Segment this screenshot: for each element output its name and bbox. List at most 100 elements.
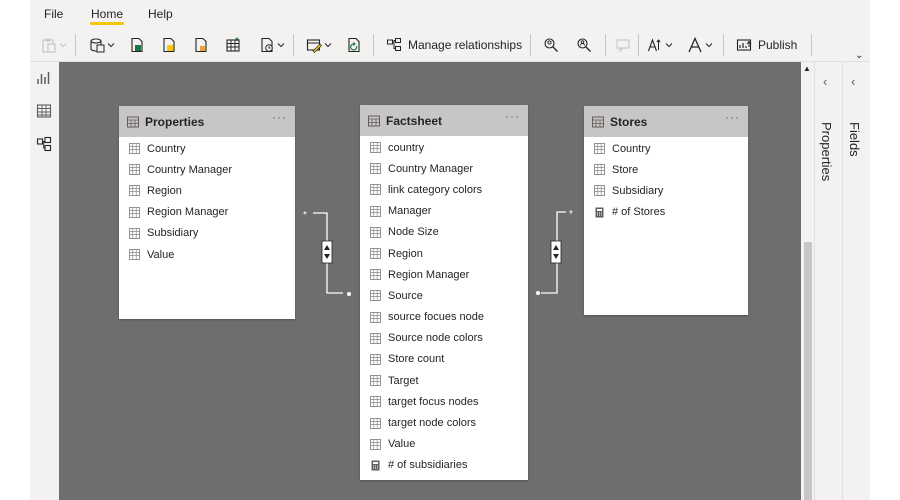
table-header[interactable]: Stores ··· (584, 106, 748, 137)
table-field-row[interactable]: source focues node (360, 307, 528, 328)
table-field-row[interactable]: Store count (360, 349, 528, 370)
expand-chevron-left-icon[interactable]: ‹ (851, 74, 855, 89)
table-field-row[interactable]: Region Manager (360, 264, 528, 285)
menu-help[interactable]: Help (148, 7, 173, 21)
report-view-icon[interactable] (36, 70, 52, 86)
table-column-icon (129, 185, 140, 197)
table-field-row[interactable]: Source (360, 285, 528, 306)
table-card-factsheet[interactable]: Factsheet ··· country Country Manager link… (360, 105, 528, 480)
manage-relationships-button[interactable]: Manage relationships (386, 35, 522, 55)
power-bi-desktop-window: File Home Help Manage relationships Publ… (0, 0, 900, 500)
field-name: # of subsidiaries (388, 459, 468, 472)
manage-roles-button[interactable] (576, 35, 592, 55)
table-field-row[interactable]: Store (584, 159, 748, 180)
table-field-row[interactable]: Source node colors (360, 328, 528, 349)
table-column-icon (370, 205, 381, 217)
sql-server-button[interactable] (193, 35, 209, 55)
table-field-row[interactable]: Region (119, 180, 295, 201)
table-field-row[interactable]: link category colors (360, 179, 528, 200)
ribbon-separator (638, 34, 639, 56)
table-column-icon (129, 143, 140, 155)
menu-home[interactable]: Home (91, 7, 123, 21)
table-field-row[interactable]: Country (119, 138, 295, 159)
table-column-icon (129, 164, 140, 176)
more-options-icon[interactable]: ··· (505, 109, 520, 123)
table-column-icon (370, 269, 381, 281)
table-field-row[interactable]: Region (360, 243, 528, 264)
table-header[interactable]: Properties ··· (119, 106, 295, 137)
table-field-row[interactable]: Node Size (360, 222, 528, 243)
table-field-row[interactable]: Target (360, 370, 528, 391)
model-view-icon[interactable] (36, 136, 52, 152)
field-name: Country Manager (147, 163, 232, 176)
table-field-row[interactable]: # of Stores (584, 202, 748, 223)
table-column-icon (594, 185, 605, 197)
recent-sources-button[interactable] (259, 35, 285, 55)
field-name: Region Manager (147, 206, 229, 219)
text-size-button[interactable] (647, 35, 673, 55)
table-field-row[interactable]: Subsidiary (119, 223, 295, 244)
table-field-row[interactable]: Country Manager (119, 159, 295, 180)
table-column-icon (370, 396, 381, 408)
excel-button[interactable] (129, 35, 145, 55)
more-options-icon[interactable]: ··· (272, 110, 287, 124)
roles-icon (577, 38, 591, 52)
dataset-icon (163, 37, 175, 53)
expand-chevron-left-icon[interactable]: ‹ (823, 74, 827, 89)
table-title: Factsheet (386, 113, 443, 128)
table-icon (368, 115, 380, 126)
field-name: Subsidiary (147, 227, 199, 240)
table-field-row[interactable]: Value (360, 434, 528, 455)
enter-data-button[interactable] (225, 35, 241, 55)
font-icon (688, 37, 702, 53)
table-field-row[interactable]: Country Manager (360, 158, 528, 179)
table-field-row[interactable]: target focus nodes (360, 391, 528, 412)
font-button[interactable] (687, 35, 713, 55)
table-card-properties[interactable]: Properties ··· Country Country Manager Reg… (119, 106, 295, 319)
table-field-row[interactable]: # of subsidiaries (360, 455, 528, 476)
transform-data-button[interactable] (306, 35, 332, 55)
active-tab-indicator (90, 22, 124, 25)
field-name: Subsidiary (612, 184, 664, 197)
dataset-button[interactable] (161, 35, 177, 55)
clock-file-icon (261, 37, 273, 53)
data-view-icon[interactable] (36, 103, 52, 119)
publish-button[interactable]: Publish (736, 35, 797, 55)
table-icon (127, 116, 139, 127)
table-field-row[interactable]: Manager (360, 201, 528, 222)
table-field-row[interactable]: Subsidiary (584, 180, 748, 201)
properties-pane-collapsed[interactable]: ‹ Properties (814, 62, 842, 500)
table-field-row[interactable]: Value (119, 244, 295, 265)
ribbon-collapse-chevron-icon[interactable]: ⌄ (855, 50, 863, 61)
table-title: Stores (610, 114, 648, 129)
field-name: Value (147, 248, 175, 261)
canvas-vertical-scrollbar[interactable]: ▲ (801, 62, 814, 500)
chevron-down-icon (59, 43, 67, 48)
get-data-button[interactable] (89, 35, 115, 55)
refresh-button[interactable] (346, 35, 362, 55)
excel-icon (131, 37, 143, 53)
table-column-icon (370, 375, 381, 387)
paste-button[interactable] (41, 35, 67, 55)
scrollbar-thumb[interactable] (804, 242, 812, 500)
view-as-button[interactable] (543, 35, 559, 55)
table-field-row[interactable]: Country (584, 138, 748, 159)
table-column-icon (370, 163, 381, 175)
menu-file[interactable]: File (44, 7, 63, 21)
more-options-icon[interactable]: ··· (725, 110, 740, 124)
ribbon-separator (373, 34, 374, 56)
scroll-up-icon[interactable]: ▲ (803, 64, 811, 73)
comment-icon (616, 39, 630, 53)
field-name: Store count (388, 353, 445, 366)
table-field-row[interactable]: country (360, 137, 528, 158)
transform-icon (306, 39, 322, 53)
table-card-stores[interactable]: Stores ··· Country Store Subsidiary # of St… (584, 106, 748, 315)
table-column-icon (370, 290, 381, 302)
table-header[interactable]: Factsheet ··· (360, 105, 528, 136)
database-icon (90, 38, 105, 53)
table-field-row[interactable]: target node colors (360, 412, 528, 433)
fields-pane-collapsed[interactable]: ‹ Fields (842, 62, 870, 500)
new-comment-button[interactable] (615, 35, 631, 55)
manage-relationships-label: Manage relationships (408, 38, 523, 52)
table-field-row[interactable]: Region Manager (119, 202, 295, 223)
